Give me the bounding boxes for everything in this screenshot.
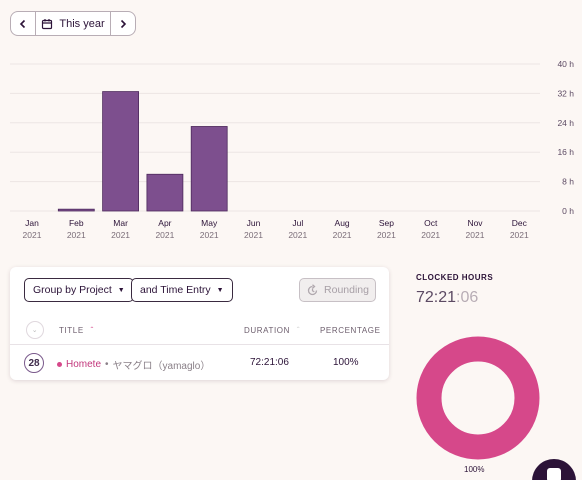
- bar-apr[interactable]: [146, 173, 184, 212]
- rounding-icon: [307, 283, 318, 295]
- bullet-separator: •: [105, 359, 109, 370]
- chevron-right-icon: [120, 19, 127, 28]
- sort-ascending-icon: ˆ: [90, 326, 94, 335]
- bar-feb[interactable]: [57, 208, 95, 212]
- project-name[interactable]: Homete: [66, 359, 101, 370]
- previous-period-button[interactable]: [11, 12, 35, 35]
- rounding-label: Rounding: [324, 284, 369, 296]
- x-tick-year: 2021: [23, 230, 42, 240]
- client-name: ヤマグロ（yamaglo）: [112, 361, 211, 372]
- donut-percentage-label: 100%: [464, 465, 485, 474]
- x-tick-label: May: [201, 218, 218, 228]
- expand-all-toggle[interactable]: ⌄: [26, 321, 44, 339]
- x-tick-label: Jan: [25, 218, 39, 228]
- x-tick-label: Jun: [247, 218, 261, 228]
- entry-count-badge[interactable]: 28: [24, 353, 44, 373]
- x-tick-year: 2021: [67, 230, 86, 240]
- chevron-down-icon: ⌄: [31, 327, 39, 334]
- y-tick-label: 24 h: [557, 118, 574, 128]
- calendar-icon: [42, 18, 53, 29]
- project-cell: Homete • ヤマグロ（yamaglo）: [57, 357, 210, 372]
- x-tick-year: 2021: [510, 230, 529, 240]
- x-tick-label: Aug: [335, 218, 350, 228]
- x-tick-year: 2021: [377, 230, 396, 240]
- y-tick-label: 16 h: [557, 147, 574, 157]
- y-tick-label: 32 h: [557, 88, 574, 98]
- y-tick-label: 0 h: [562, 206, 574, 216]
- y-tick-label: 8 h: [562, 177, 574, 187]
- clocked-hours-main: 72:21: [416, 289, 457, 306]
- chevron-left-icon: [19, 19, 26, 28]
- column-duration-header[interactable]: DURATION ˆ: [244, 326, 300, 335]
- chart-svg: 40 h 32 h 24 h 16 h 8 h 0 h Jan 2021 Feb 2021 Mar 2…: [10, 59, 574, 240]
- x-tick-year: 2021: [244, 230, 263, 240]
- date-range-picker[interactable]: This year: [35, 12, 111, 35]
- x-tick-year: 2021: [200, 230, 219, 240]
- x-tick-label: Oct: [424, 218, 438, 228]
- project-color-dot: [57, 362, 62, 367]
- x-tick-year: 2021: [421, 230, 440, 240]
- column-title-header[interactable]: TITLE ˆ: [59, 326, 94, 335]
- y-tick-label: 40 h: [557, 59, 574, 69]
- x-tick-year: 2021: [333, 230, 352, 240]
- report-table-panel: Group by Project ▼ and Time Entry ▼ Roun…: [10, 267, 389, 380]
- column-duration-label: DURATION: [244, 326, 290, 335]
- column-percentage-header[interactable]: PERCENTAGE: [320, 326, 381, 335]
- project-donut-chart: [416, 336, 540, 460]
- table-row[interactable]: 28 Homete • ヤマグロ（yamaglo） 72:21:06 100%: [10, 346, 389, 380]
- date-range-label: This year: [59, 17, 105, 30]
- sub-group-label: and Time Entry: [140, 284, 211, 296]
- group-by-label: Group by Project: [33, 284, 112, 296]
- x-tick-label: Mar: [113, 218, 128, 228]
- x-tick-label: Nov: [467, 218, 483, 228]
- x-tick-label: Apr: [158, 218, 171, 228]
- x-tick-year: 2021: [155, 230, 174, 240]
- x-tick-year: 2021: [288, 230, 307, 240]
- chevron-down-icon: ▼: [117, 286, 125, 294]
- group-by-select[interactable]: Group by Project ▼: [24, 278, 134, 302]
- clocked-hours-value: 72:21:06: [416, 289, 478, 307]
- donut-slice-homete[interactable]: [416, 336, 540, 460]
- column-percentage-label: PERCENTAGE: [320, 326, 381, 335]
- percentage-value: 100%: [333, 357, 359, 368]
- sub-group-select[interactable]: and Time Entry ▼: [131, 278, 233, 302]
- bar-may[interactable]: [190, 126, 228, 212]
- clocked-hours-label: CLOCKED HOURS: [416, 273, 494, 282]
- bar-mar[interactable]: [102, 91, 139, 212]
- x-tick-label: Sep: [379, 218, 394, 228]
- table-header: ⌄ TITLE ˆ DURATION ˆ PERCENTAGE: [10, 317, 389, 345]
- clocked-hours-seconds: :06: [456, 289, 479, 306]
- duration-value: 72:21:06: [250, 357, 289, 368]
- x-tick-label: Jul: [292, 218, 303, 228]
- x-tick-label: Dec: [512, 218, 528, 228]
- next-period-button[interactable]: [111, 12, 135, 35]
- x-tick-label: Feb: [69, 218, 84, 228]
- column-title-label: TITLE: [59, 326, 84, 335]
- x-tick-year: 2021: [466, 230, 485, 240]
- monthly-hours-chart: 40 h 32 h 24 h 16 h 8 h 0 h Jan 2021 Feb 2021 Mar 2…: [0, 50, 582, 250]
- sort-icon: ˆ: [296, 326, 301, 335]
- rounding-button[interactable]: Rounding: [299, 278, 376, 302]
- chevron-down-icon: ▼: [216, 286, 224, 294]
- date-range-navigator: This year: [10, 11, 136, 36]
- x-tick-year: 2021: [111, 230, 130, 240]
- chat-icon: [547, 468, 561, 480]
